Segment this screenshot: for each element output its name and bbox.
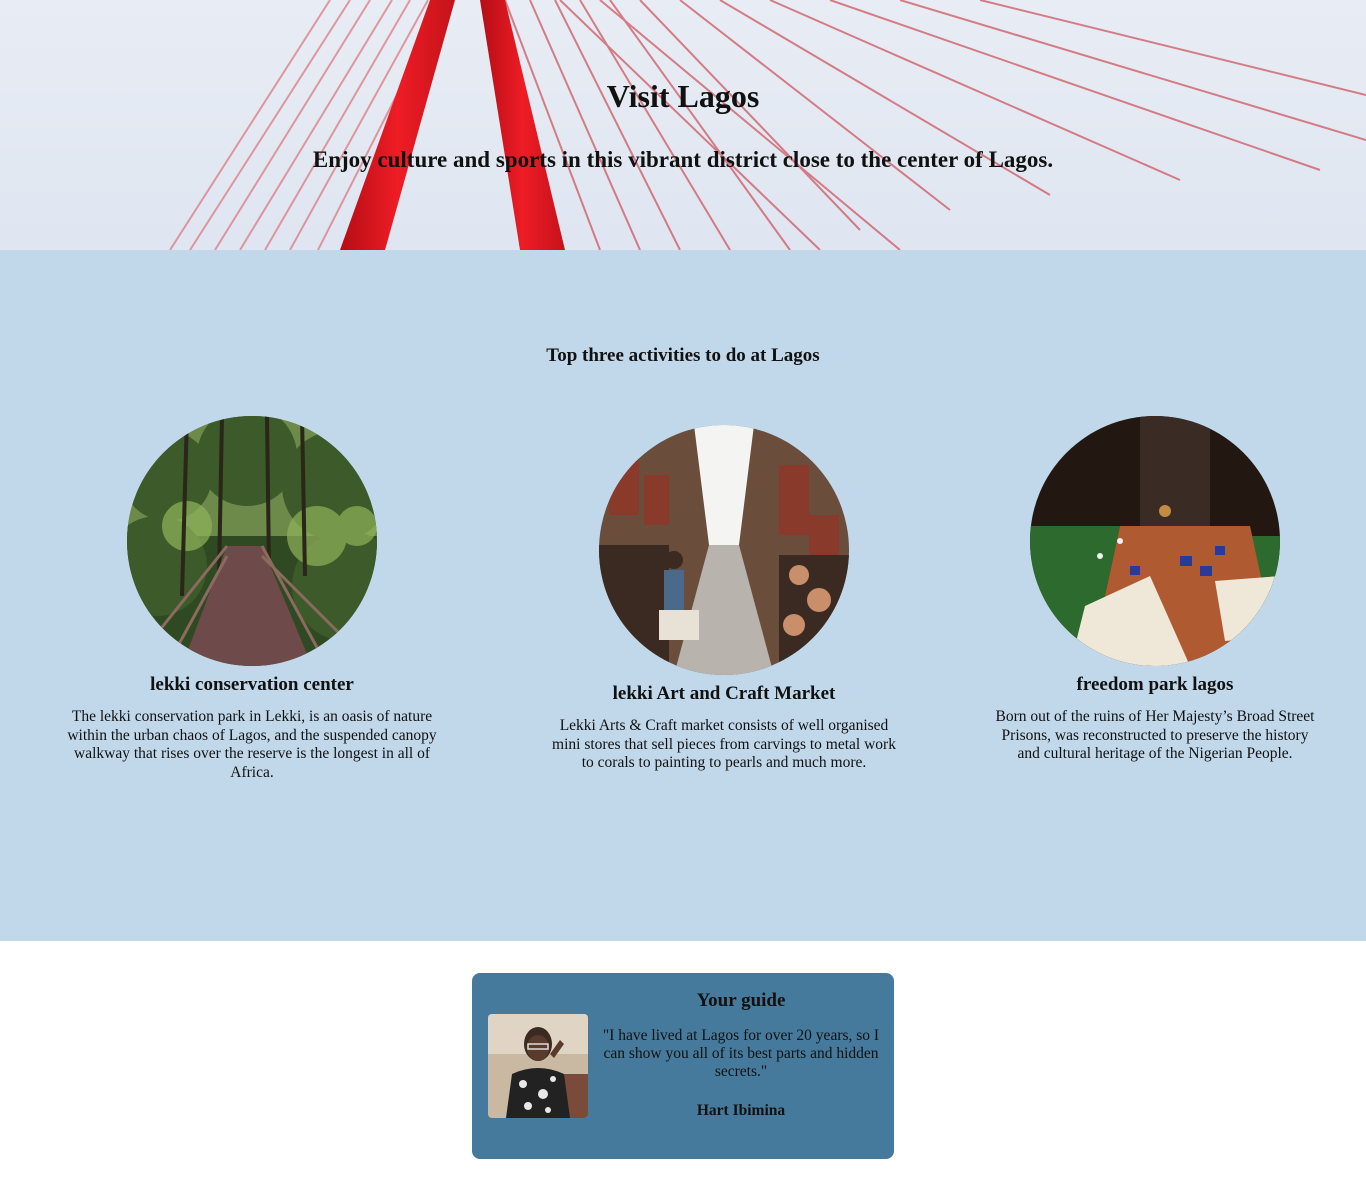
guide-portrait-image [488, 1014, 588, 1118]
bridge-cables-background [169, 0, 1366, 250]
guide-card: Your guide "I have lived at Lagos for ov… [472, 973, 894, 1159]
activity-card-lekki-conservation: lekki conservation center The lekki cons… [52, 416, 452, 782]
hero-subtitle: Enjoy culture and sports in this vibrant… [312, 147, 1054, 172]
page-title: Visit Lagos [606, 78, 760, 114]
activity-card-art-craft-market: lekki Art and Craft Market Lekki Arts & … [549, 425, 899, 773]
activity-title: freedom park lagos [1076, 674, 1234, 695]
art-craft-market-photo [599, 425, 849, 675]
activity-title: lekki Art and Craft Market [612, 683, 836, 704]
freedom-park-photo [1030, 416, 1280, 666]
guide-avatar [488, 1014, 588, 1118]
activity-description: Lekki Arts & Craft market consists of we… [552, 717, 896, 771]
forest-walkway-image [127, 416, 377, 666]
guide-title: Your guide [696, 990, 786, 1011]
park-night-image [1030, 416, 1280, 666]
activities-section: Top three activities to do at Lagos lekk… [0, 250, 1366, 941]
guide-name: Hart Ibimina [696, 1102, 786, 1119]
market-alley-image [599, 425, 849, 675]
activities-heading: Top three activities to do at Lagos [546, 345, 820, 366]
activity-card-freedom-park: freedom park lagos Born out of the ruins… [995, 416, 1315, 764]
activity-description: The lekki conservation park in Lekki, is… [67, 708, 437, 781]
lekki-conservation-photo [127, 416, 377, 666]
guide-quote: "I have lived at Lagos for over 20 years… [602, 1027, 880, 1080]
activity-title: lekki conservation center [150, 674, 354, 695]
hero-banner: Visit Lagos Enjoy culture and sports in … [0, 0, 1366, 250]
guide-section: Your guide "I have lived at Lagos for ov… [0, 941, 1366, 1191]
activity-description: Born out of the ruins of Her Majesty’s B… [995, 708, 1315, 762]
